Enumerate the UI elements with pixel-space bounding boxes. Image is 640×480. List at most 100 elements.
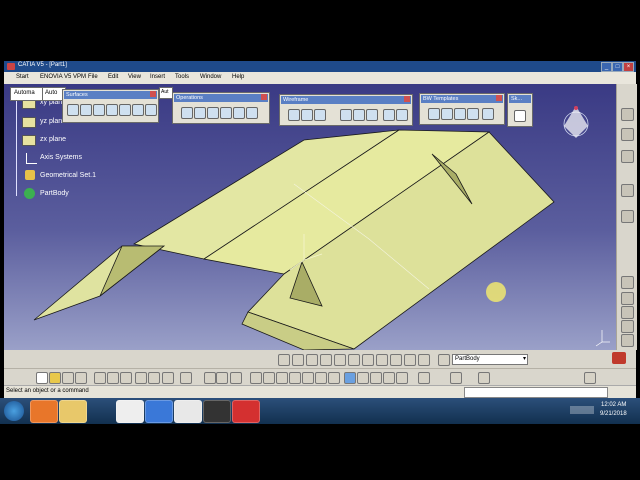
sphere-icon[interactable] (93, 104, 105, 116)
fit-all-icon[interactable] (216, 372, 228, 384)
template-3-icon[interactable] (454, 108, 466, 120)
whats-this-icon[interactable] (162, 372, 174, 384)
part-body-select[interactable]: PartBody ▾ (452, 354, 528, 365)
intersection-icon[interactable] (353, 109, 365, 121)
view-icon[interactable] (250, 372, 262, 384)
view-icon[interactable] (263, 372, 275, 384)
mode-select[interactable]: Automa (14, 90, 35, 96)
template-2-icon[interactable] (441, 108, 453, 120)
cut-icon[interactable] (94, 372, 106, 384)
template-4-icon[interactable] (467, 108, 479, 120)
view-icon[interactable] (289, 372, 301, 384)
analysis-icon[interactable] (404, 354, 416, 366)
join-icon[interactable] (181, 107, 193, 119)
tool-icon[interactable] (621, 292, 634, 305)
menu-enovia[interactable]: ENOVIA V5 VPM (40, 74, 86, 80)
pan-view-icon[interactable] (230, 372, 242, 384)
catia-taskbar-icon[interactable] (232, 400, 260, 423)
tree-item-axis-systems[interactable]: Axis Systems (40, 154, 82, 161)
print-icon[interactable] (75, 372, 87, 384)
mode3-select[interactable]: Aut (161, 89, 169, 95)
view-icon[interactable] (357, 372, 369, 384)
menu-insert[interactable]: Insert (150, 74, 165, 80)
revolve-icon[interactable] (80, 104, 92, 116)
undo-icon[interactable] (135, 372, 147, 384)
circle-icon[interactable] (383, 109, 395, 121)
fillet-icon[interactable] (220, 107, 232, 119)
pan-icon[interactable] (278, 354, 290, 366)
tool-icon[interactable] (621, 128, 634, 141)
menu-edit[interactable]: Edit (108, 74, 118, 80)
sketch-icon[interactable] (514, 110, 526, 122)
open-icon[interactable] (49, 372, 61, 384)
minimize-button[interactable]: _ (601, 62, 612, 72)
view-icon[interactable] (370, 372, 382, 384)
menu-help[interactable]: Help (232, 74, 244, 80)
close-button[interactable]: × (623, 62, 634, 72)
clock-time[interactable]: 12:02 AM (601, 402, 626, 408)
redo-icon[interactable] (148, 372, 160, 384)
menu-file[interactable]: File (88, 74, 98, 80)
fly-icon[interactable] (204, 372, 216, 384)
tool-icon[interactable] (621, 306, 634, 319)
menu-tools[interactable]: Tools (175, 74, 189, 80)
save-icon[interactable] (62, 372, 74, 384)
windows-start-icon[interactable] (4, 401, 24, 421)
firefox-icon[interactable] (30, 400, 58, 423)
tool-icon[interactable] (621, 334, 634, 347)
app-icon[interactable] (145, 400, 173, 423)
translate-icon[interactable] (233, 107, 245, 119)
plane-tool-icon[interactable] (314, 109, 326, 121)
clock-date[interactable]: 9/21/2018 (600, 411, 627, 417)
blend-icon[interactable] (145, 104, 157, 116)
tool-icon[interactable] (621, 210, 634, 223)
zoom-out-icon[interactable] (315, 372, 327, 384)
media-player-icon[interactable] (116, 400, 144, 423)
trim-icon[interactable] (207, 107, 219, 119)
command-input[interactable] (464, 387, 608, 398)
hide-show-icon[interactable] (348, 354, 360, 366)
menu-view[interactable]: View (128, 74, 141, 80)
recorder-icon[interactable] (203, 400, 231, 423)
line-icon[interactable] (301, 109, 313, 121)
mode2-select[interactable]: Auto (45, 90, 57, 96)
maximize-button[interactable]: □ (612, 62, 623, 72)
layer-icon[interactable] (450, 372, 462, 384)
spline-icon[interactable] (396, 109, 408, 121)
shading-icon[interactable] (334, 354, 346, 366)
iso-view-icon[interactable] (344, 372, 356, 384)
paste-icon[interactable] (120, 372, 132, 384)
sweep-icon[interactable] (119, 104, 131, 116)
template-icon[interactable] (428, 108, 440, 120)
tool-icon[interactable] (621, 184, 634, 197)
3d-viewport[interactable]: xy plane yz plane zx plane Axis Systems … (4, 84, 616, 350)
parallel-curve-icon[interactable] (366, 109, 378, 121)
zoom-icon[interactable] (306, 354, 318, 366)
close-toolbar-icon[interactable] (404, 96, 410, 102)
tool-icon[interactable] (621, 276, 634, 289)
zoom-in-icon[interactable] (302, 372, 314, 384)
fill-icon[interactable] (132, 104, 144, 116)
extrude-icon[interactable] (67, 104, 79, 116)
grid-icon[interactable] (390, 354, 402, 366)
swap-icon[interactable] (362, 354, 374, 366)
offset-icon[interactable] (106, 104, 118, 116)
view-icon[interactable] (276, 372, 288, 384)
normal-view-icon[interactable] (320, 354, 332, 366)
new-icon[interactable] (36, 372, 48, 384)
view-icon[interactable] (328, 372, 340, 384)
properties-icon[interactable] (478, 372, 490, 384)
tool-icon[interactable] (621, 108, 634, 121)
material-icon[interactable] (418, 372, 430, 384)
macro-icon[interactable] (584, 372, 596, 384)
copy-icon[interactable] (107, 372, 119, 384)
view-icon[interactable] (396, 372, 408, 384)
tool-icon[interactable] (621, 320, 634, 333)
close-toolbar-icon[interactable] (261, 94, 267, 100)
rotate-icon[interactable] (292, 354, 304, 366)
split-icon[interactable] (194, 107, 206, 119)
update-icon[interactable] (180, 372, 192, 384)
close-toolbar-icon[interactable] (150, 91, 156, 97)
point-icon[interactable] (288, 109, 300, 121)
render-icon[interactable] (418, 354, 430, 366)
